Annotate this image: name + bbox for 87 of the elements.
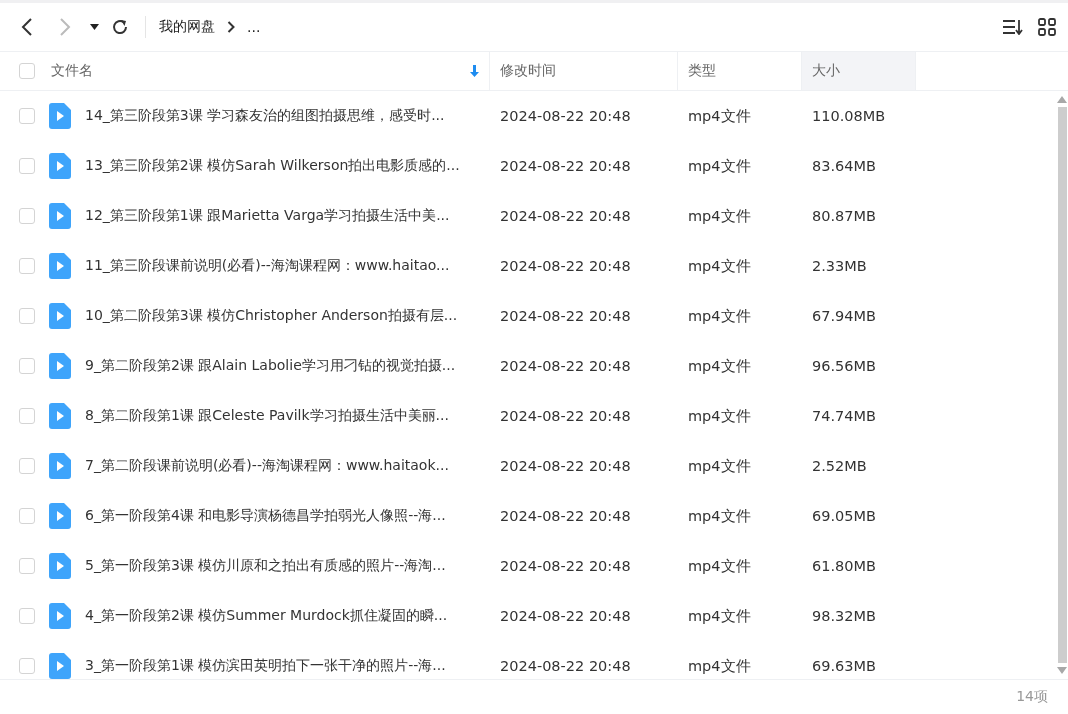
file-name[interactable]: 11_第三阶段课前说明(必看)--海淘课程网：www.haitao...: [85, 257, 450, 275]
select-all-checkbox[interactable]: [18, 63, 35, 79]
refresh-icon[interactable]: [111, 18, 129, 36]
video-file-icon: [49, 553, 71, 579]
file-size: 69.63MB: [812, 658, 876, 674]
sort-arrow-icon: [470, 65, 479, 77]
modified-time: 2024-08-22 20:48: [500, 508, 631, 524]
row-checkbox[interactable]: [18, 358, 35, 374]
modified-time: 2024-08-22 20:48: [500, 658, 631, 674]
chevron-icon: [227, 21, 235, 33]
file-type: mp4文件: [688, 507, 751, 524]
modified-time: 2024-08-22 20:48: [500, 158, 631, 174]
modified-time: 2024-08-22 20:48: [500, 258, 631, 274]
file-type: mp4文件: [688, 407, 751, 424]
file-type: mp4文件: [688, 257, 751, 274]
modified-time: 2024-08-22 20:48: [500, 108, 631, 124]
sort-icon[interactable]: [1002, 19, 1024, 35]
row-checkbox[interactable]: [18, 658, 35, 674]
scroll-up-icon[interactable]: [1057, 95, 1067, 103]
modified-time: 2024-08-22 20:48: [500, 208, 631, 224]
file-name[interactable]: 4_第一阶段第2课 模仿Summer Murdock抓住凝固的瞬...: [85, 607, 448, 625]
file-size: 110.08MB: [812, 108, 886, 124]
file-name[interactable]: 12_第三阶段第1课 跟Marietta Varga学习拍摄生活中美...: [85, 207, 450, 225]
scroll-down-icon[interactable]: [1057, 667, 1067, 675]
file-size: 80.87MB: [812, 208, 876, 224]
file-type: mp4文件: [688, 457, 751, 474]
file-type: mp4文件: [688, 307, 751, 324]
modified-time: 2024-08-22 20:48: [500, 358, 631, 374]
file-size: 2.52MB: [812, 458, 867, 474]
breadcrumb-item[interactable]: ...: [247, 19, 261, 35]
file-name[interactable]: 7_第二阶段课前说明(必看)--海淘课程网：www.haitaok...: [85, 457, 449, 475]
file-size: 98.32MB: [812, 608, 876, 624]
file-type: mp4文件: [688, 557, 751, 574]
video-file-icon: [49, 153, 71, 179]
file-name[interactable]: 9_第二阶段第2课 跟Alain Labolie学习用刁钻的视觉拍摄...: [85, 357, 456, 375]
row-checkbox[interactable]: [18, 158, 35, 174]
row-checkbox[interactable]: [18, 558, 35, 574]
row-checkbox[interactable]: [18, 208, 35, 224]
video-file-icon: [49, 403, 71, 429]
file-name[interactable]: 6_第一阶段第4课 和电影导演杨德昌学拍弱光人像照--海...: [85, 507, 446, 525]
modified-time: 2024-08-22 20:48: [500, 458, 631, 474]
file-type: mp4文件: [688, 157, 751, 174]
video-file-icon: [49, 103, 71, 129]
file-type: mp4文件: [688, 107, 751, 124]
video-file-icon: [49, 203, 71, 229]
caret-icon[interactable]: [90, 24, 99, 30]
file-size: 67.94MB: [812, 308, 876, 324]
file-name[interactable]: 14_第三阶段第3课 学习森友治的组图拍摄思维，感受时...: [85, 107, 445, 125]
file-size: 96.56MB: [812, 358, 876, 374]
row-checkbox[interactable]: [18, 458, 35, 474]
file-size: 61.80MB: [812, 558, 876, 574]
video-file-icon: [49, 253, 71, 279]
video-file-icon: [49, 353, 71, 379]
modified-time: 2024-08-22 20:48: [500, 608, 631, 624]
row-checkbox[interactable]: [18, 308, 35, 324]
video-file-icon: [49, 653, 71, 679]
video-file-icon: [49, 603, 71, 629]
file-name[interactable]: 8_第二阶段第1课 跟Celeste Pavilk学习拍摄生活中美丽...: [85, 407, 449, 425]
row-checkbox[interactable]: [18, 258, 35, 274]
video-file-icon: [49, 503, 71, 529]
modified-time: 2024-08-22 20:48: [500, 308, 631, 324]
file-name[interactable]: 3_第一阶段第1课 模仿滨田英明拍下一张干净的照片--海...: [85, 657, 446, 675]
file-size: 2.33MB: [812, 258, 867, 274]
file-type: mp4文件: [688, 207, 751, 224]
row-checkbox[interactable]: [18, 608, 35, 624]
row-checkbox[interactable]: [18, 408, 35, 424]
video-file-icon: [49, 303, 71, 329]
file-name[interactable]: 10_第二阶段第3课 模仿Christopher Anderson拍摄有层...: [85, 307, 458, 325]
modified-time: 2024-08-22 20:48: [500, 408, 631, 424]
column-header[interactable]: 大小: [802, 52, 916, 90]
file-size: 69.05MB: [812, 508, 876, 524]
video-file-icon: [49, 453, 71, 479]
item-count: 14项: [1016, 688, 1048, 706]
breadcrumb-item[interactable]: 我的网盘: [159, 18, 215, 36]
row-checkbox[interactable]: [18, 508, 35, 524]
file-size: 74.74MB: [812, 408, 876, 424]
column-header[interactable]: 修改时间: [490, 52, 678, 90]
grid-view-icon[interactable]: [1038, 18, 1056, 36]
file-type: mp4文件: [688, 357, 751, 374]
modified-time: 2024-08-22 20:48: [500, 558, 631, 574]
row-checkbox[interactable]: [18, 108, 35, 124]
file-size: 83.64MB: [812, 158, 876, 174]
file-name[interactable]: 13_第三阶段第2课 模仿Sarah Wilkerson拍出电影质感的...: [85, 157, 460, 175]
file-type: mp4文件: [688, 607, 751, 624]
column-header[interactable]: 文件名: [49, 52, 490, 90]
file-name[interactable]: 5_第一阶段第3课 模仿川原和之拍出有质感的照片--海淘...: [85, 557, 446, 575]
file-type: mp4文件: [688, 657, 751, 674]
